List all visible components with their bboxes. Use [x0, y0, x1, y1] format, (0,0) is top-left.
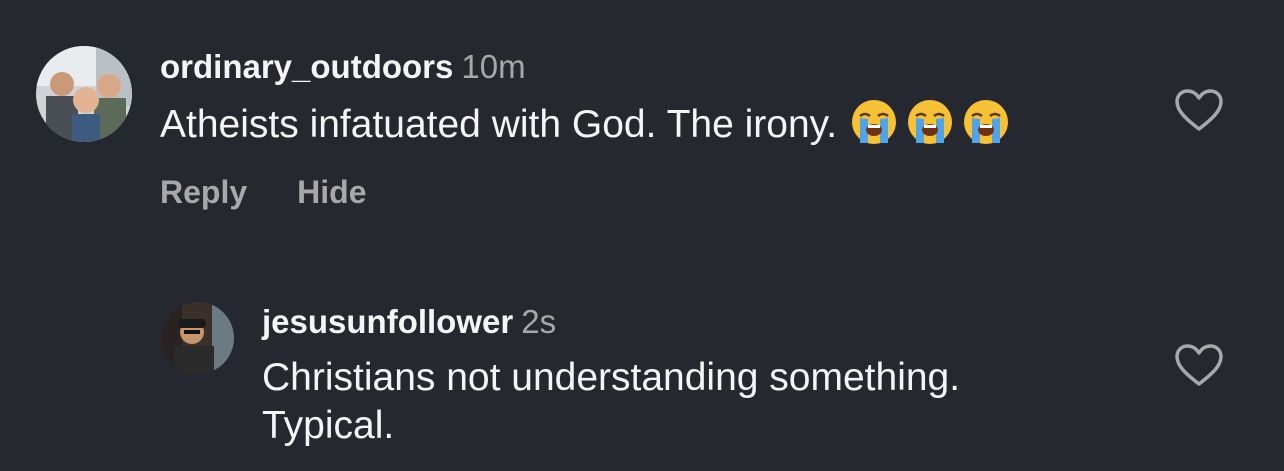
reply-button[interactable]: Reply: [160, 174, 247, 210]
comment-timestamp: 2s: [521, 303, 557, 340]
loudly-crying-face-icon: [907, 99, 953, 157]
loudly-crying-face-icon: [851, 99, 897, 157]
username-text[interactable]: jesusunfollower: [262, 303, 513, 340]
loudly-crying-face-icon: [963, 99, 1009, 157]
comment-body-line-2: Typical.: [262, 404, 395, 447]
comment-text: Atheists infatuated with God. The irony.: [160, 99, 1019, 157]
heart-outline-icon[interactable]: [1174, 343, 1224, 392]
comment-username[interactable]: ordinary_outdoors 10m: [160, 48, 526, 86]
comment-jesusunfollower: jesusunfollower 2s Christians not underst…: [0, 230, 1284, 471]
avatar-jesusunfollower[interactable]: [162, 302, 234, 374]
hide-button[interactable]: Hide: [297, 174, 366, 210]
username-text[interactable]: ordinary_outdoors: [160, 48, 453, 85]
heart-outline-icon[interactable]: [1174, 88, 1224, 137]
comment-body-line-1: Christians not understanding something.: [262, 356, 961, 399]
comment-timestamp: 10m: [461, 48, 526, 85]
comment-ordinary-outdoors: ordinary_outdoors 10m Atheists infatuated…: [0, 0, 1284, 230]
emoji-group: [851, 99, 1019, 157]
comment-actions: Reply Hide: [160, 174, 416, 211]
avatar-ordinary-outdoors[interactable]: [36, 46, 132, 142]
comment-username[interactable]: jesusunfollower 2s: [262, 303, 556, 341]
comment-body: Atheists infatuated with God. The irony.: [160, 103, 838, 146]
comment-text: Christians not understanding something. …: [262, 354, 960, 450]
